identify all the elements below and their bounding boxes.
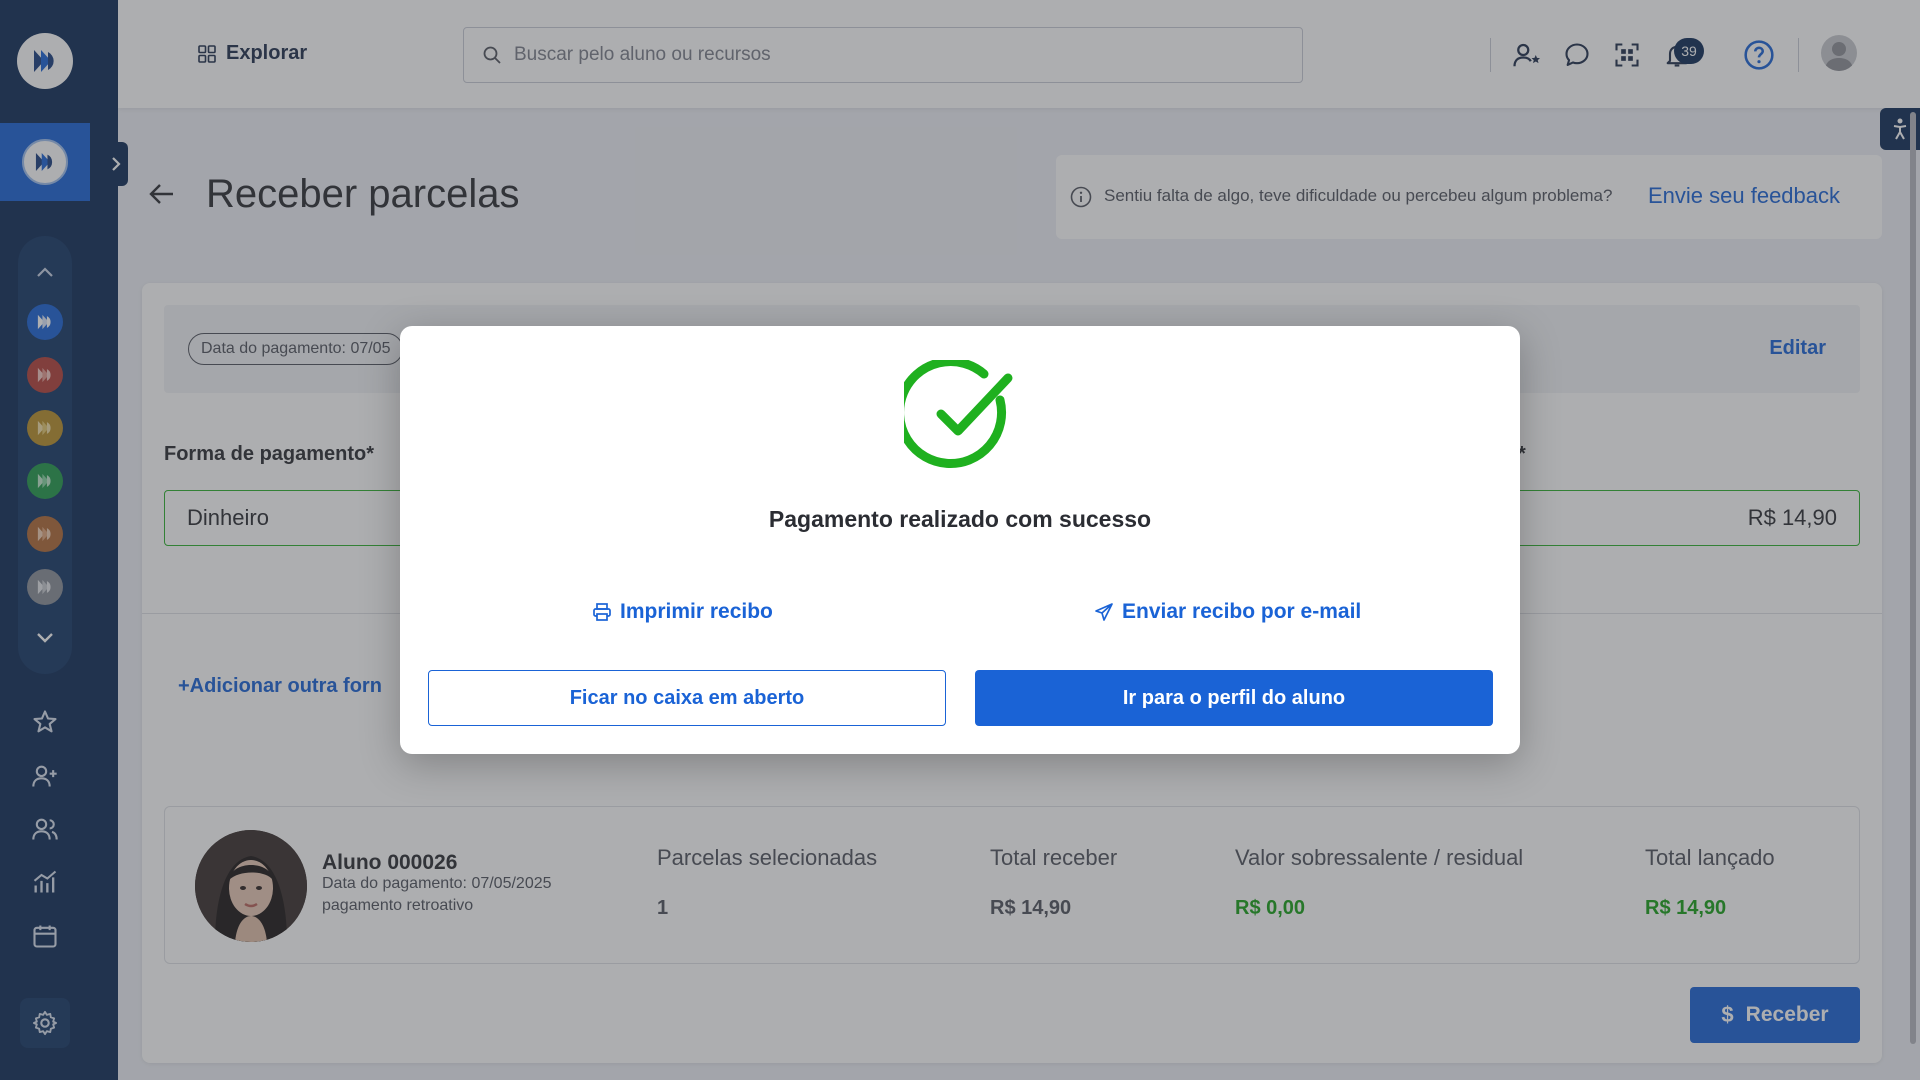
success-modal: Pagamento realizado com sucesso Imprimir… <box>400 326 1520 754</box>
stay-cashier-button[interactable]: Ficar no caixa em aberto <box>428 670 946 726</box>
email-receipt-link[interactable]: Enviar recibo por e-mail <box>1094 600 1361 624</box>
print-receipt-label: Imprimir recibo <box>620 600 773 623</box>
email-receipt-label: Enviar recibo por e-mail <box>1122 600 1362 623</box>
go-to-profile-button[interactable]: Ir para o perfil do aluno <box>975 670 1493 726</box>
print-receipt-link[interactable]: Imprimir recibo <box>592 600 773 624</box>
success-message: Pagamento realizado com sucesso <box>768 506 1152 532</box>
printer-icon <box>593 603 611 621</box>
send-icon <box>1095 603 1113 621</box>
check-circle-icon <box>904 360 1013 468</box>
